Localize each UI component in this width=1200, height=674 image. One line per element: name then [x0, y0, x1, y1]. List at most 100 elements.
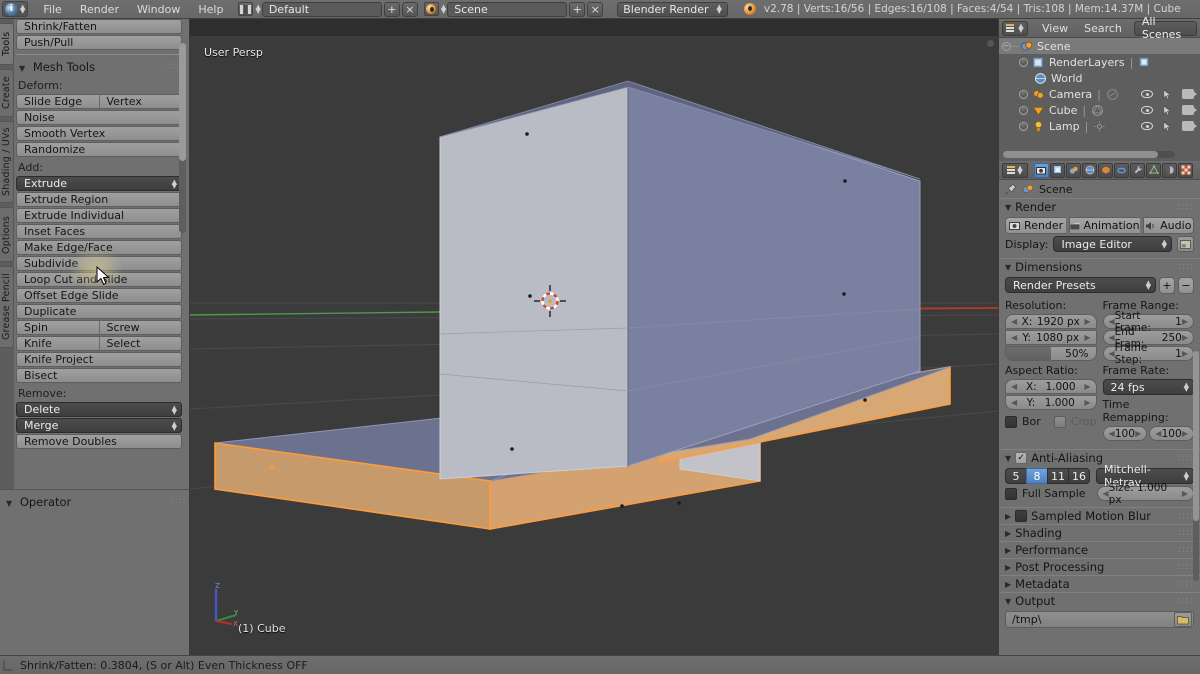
outliner-row-scene[interactable]: − Scene — [999, 38, 1200, 54]
tab-material[interactable] — [1162, 162, 1177, 178]
button-inset-faces[interactable]: Inset Faces — [16, 224, 182, 239]
increment-arrow-icon[interactable]: ▶ — [1084, 398, 1090, 407]
outliner-row-renderlayers[interactable]: ◦ RenderLayers | — [999, 54, 1200, 70]
menu-file[interactable]: File — [34, 0, 70, 19]
resize-grip-icon[interactable] — [3, 659, 13, 671]
tab-object[interactable] — [1098, 162, 1113, 178]
folder-browse-icon[interactable] — [1174, 612, 1192, 627]
add-scene-button[interactable]: + — [569, 1, 586, 17]
outliner-menu-view[interactable]: View — [1034, 19, 1076, 38]
dropdown-merge[interactable]: Merge ▲ ▼ — [16, 418, 182, 433]
scene-name-field[interactable]: Scene — [447, 1, 568, 17]
mesh-tools-header[interactable]: ▼ Mesh Tools :::: — [16, 58, 182, 75]
button-push-pull[interactable]: Push/Pull — [16, 35, 182, 50]
tab-tools[interactable]: Tools — [0, 23, 14, 65]
outliner-row-camera[interactable]: ◦ Camera | — [999, 86, 1200, 102]
decrement-arrow-icon[interactable]: ◀ — [1011, 333, 1017, 342]
scene-chevron-icon[interactable]: ▲ ▼ — [441, 4, 446, 15]
tab-modifiers[interactable] — [1130, 162, 1145, 178]
button-spin[interactable]: Spin — [17, 321, 100, 334]
tab-shading-uvs[interactable]: Shading / UVs — [0, 121, 14, 203]
tab-options[interactable]: Options — [0, 207, 14, 262]
increment-arrow-icon[interactable]: ▶ — [1182, 489, 1188, 498]
resolution-y-field[interactable]: ◀ Y: 1080 px ▶ — [1005, 330, 1097, 345]
render-section-header[interactable]: ▼ Render :::: — [999, 199, 1200, 215]
aa-sample-8[interactable]: 8 — [1026, 468, 1047, 484]
button-remove-doubles[interactable]: Remove Doubles — [16, 434, 182, 449]
increment-arrow-icon[interactable]: ▶ — [1182, 317, 1188, 326]
aa-sample-5[interactable]: 5 — [1005, 468, 1026, 484]
tab-texture[interactable] — [1178, 162, 1193, 178]
3d-viewport[interactable]: User Persp (1) Cube Z Y X — [190, 19, 998, 655]
button-select[interactable]: Select — [100, 337, 182, 350]
visibility-toggle-icon[interactable] — [1141, 122, 1153, 130]
button-shrink-fatten[interactable]: Shrink/Fatten — [16, 19, 182, 34]
output-header[interactable]: ▼ Output :::: — [999, 593, 1200, 609]
sampled-motion-blur-checkbox[interactable] — [1015, 510, 1028, 522]
increment-arrow-icon[interactable]: ▶ — [1084, 382, 1090, 391]
button-extrude-individual[interactable]: Extrude Individual — [16, 208, 182, 223]
expand-toggle-icon[interactable]: ◦ — [1019, 105, 1028, 115]
tab-world[interactable] — [1082, 162, 1097, 178]
render-engine-select[interactable]: Blender Render ▲ ▼ — [617, 1, 728, 17]
tab-constraints[interactable] — [1114, 162, 1129, 178]
border-checkbox[interactable] — [1005, 415, 1017, 428]
selectable-toggle-icon[interactable] — [1163, 88, 1172, 100]
button-knife[interactable]: Knife — [17, 337, 100, 350]
scene-browse-icon[interactable] — [423, 2, 439, 16]
renderability-toggle-icon[interactable] — [1182, 89, 1197, 99]
increment-arrow-icon[interactable]: ▶ — [1135, 429, 1141, 438]
button-vertex[interactable]: Vertex — [100, 95, 182, 108]
performance-header[interactable]: ▶ Performance :::: — [999, 542, 1200, 558]
button-knife-project[interactable]: Knife Project — [16, 352, 182, 367]
time-remap-old-field[interactable]: ◀ 100 ▶ — [1102, 426, 1148, 441]
tab-render[interactable] — [1034, 162, 1049, 178]
delete-scene-button[interactable]: × — [587, 1, 604, 17]
render-image-button[interactable]: Render — [1005, 217, 1067, 234]
tab-grease-pencil[interactable]: Grease Pencil — [0, 266, 14, 348]
mesh-data-icon[interactable] — [1091, 104, 1104, 117]
shading-header[interactable]: ▶ Shading :::: — [999, 525, 1200, 541]
resolution-x-field[interactable]: ◀ X: 1920 px ▶ — [1005, 314, 1097, 329]
decrement-arrow-icon[interactable]: ◀ — [1155, 429, 1161, 438]
aa-sample-16[interactable]: 16 — [1068, 468, 1090, 484]
dropdown-delete[interactable]: Delete ▲ ▼ — [16, 402, 182, 417]
increment-arrow-icon[interactable]: ▶ — [1084, 317, 1090, 326]
button-noise[interactable]: Noise — [16, 110, 182, 125]
blender-menu-button[interactable]: i ▲ ▼ — [2, 1, 29, 17]
menu-window[interactable]: Window — [128, 0, 189, 19]
selectable-toggle-icon[interactable] — [1163, 120, 1172, 132]
screen-layout-chevron-icon[interactable]: ▲ ▼ — [255, 4, 260, 15]
tab-create[interactable]: Create — [0, 69, 14, 117]
pin-icon[interactable] — [1005, 183, 1017, 195]
button-slide-edge-vertex[interactable]: Slide Edge Vertex — [16, 94, 182, 109]
outliner-horizontal-scrollbar[interactable] — [1003, 151, 1175, 158]
button-smooth-vertex[interactable]: Smooth Vertex — [16, 126, 182, 141]
visibility-toggle-icon[interactable] — [1141, 90, 1153, 98]
metadata-header[interactable]: ▶ Metadata :::: — [999, 576, 1200, 592]
outliner-row-lamp[interactable]: ◦ Lamp | — [999, 118, 1200, 134]
time-remap-new-field[interactable]: ◀ 100 ▶ — [1149, 426, 1194, 441]
editor-type-button[interactable]: ▲ ▼ — [1002, 162, 1028, 178]
expand-toggle-icon[interactable]: ◦ — [1019, 121, 1028, 131]
renderability-toggle-icon[interactable] — [1182, 105, 1197, 115]
expand-toggle-icon[interactable]: ◦ — [1019, 89, 1028, 99]
remove-preset-button[interactable]: − — [1178, 277, 1194, 294]
decrement-arrow-icon[interactable]: ◀ — [1011, 317, 1017, 326]
outliner-row-cube[interactable]: ◦ Cube | — [999, 102, 1200, 118]
crop-checkbox[interactable] — [1053, 415, 1066, 428]
camera-data-icon[interactable] — [1106, 88, 1119, 101]
visibility-toggle-icon[interactable] — [1141, 106, 1153, 114]
screen-layout-field[interactable]: Default — [261, 1, 382, 17]
render-audio-button[interactable]: Audio — [1142, 217, 1194, 234]
menu-help[interactable]: Help — [189, 0, 232, 19]
outliner-row-world[interactable]: World — [999, 70, 1200, 86]
aspect-x-field[interactable]: ◀ X: 1.000 ▶ — [1005, 379, 1097, 394]
full-sample-checkbox[interactable] — [1005, 487, 1017, 500]
antialiasing-checkbox[interactable] — [1015, 452, 1028, 464]
increment-arrow-icon[interactable]: ▶ — [1182, 333, 1188, 342]
button-make-edge-face[interactable]: Make Edge/Face — [16, 240, 182, 255]
decrement-arrow-icon[interactable]: ◀ — [1109, 429, 1115, 438]
button-knife-select[interactable]: Knife Select — [16, 336, 182, 351]
increment-arrow-icon[interactable]: ▶ — [1182, 429, 1188, 438]
